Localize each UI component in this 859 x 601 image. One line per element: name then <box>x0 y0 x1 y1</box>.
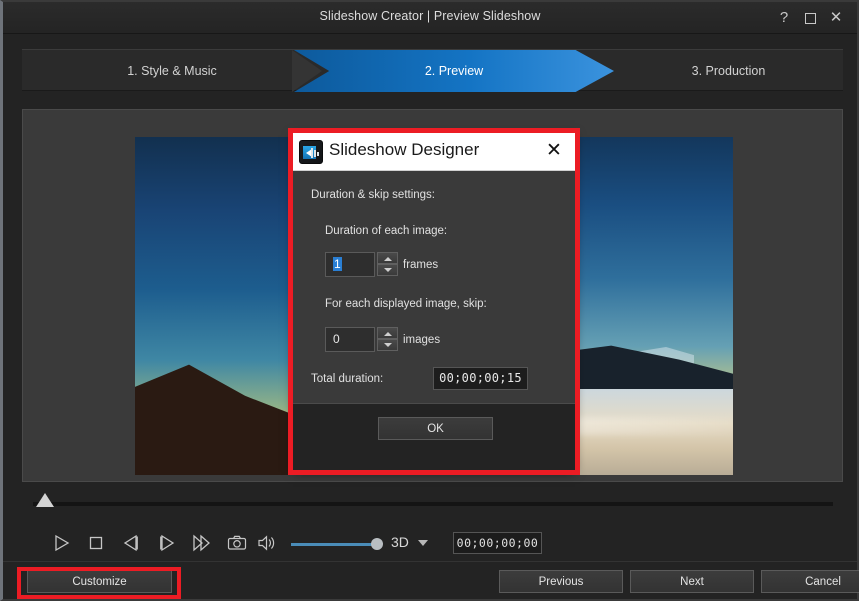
previous-frame-icon[interactable] <box>117 530 145 558</box>
duration-decrement-button[interactable] <box>377 264 398 276</box>
step-tab-label: 1. Style & Music <box>127 64 217 78</box>
maximize-icon[interactable] <box>799 8 821 28</box>
dialog-title: Slideshow Designer <box>329 140 480 159</box>
help-icon[interactable]: ? <box>773 8 795 28</box>
previous-button[interactable]: Previous <box>499 570 623 593</box>
skip-stepper[interactable]: 0 <box>325 327 398 352</box>
camera-icon[interactable] <box>223 530 251 558</box>
bottom-button-bar: Customize Previous Next Cancel <box>3 561 859 599</box>
next-frame-icon[interactable] <box>153 530 181 558</box>
step-tab-preview[interactable]: 2. Preview <box>294 50 614 92</box>
step-tab-label: 2. Preview <box>424 64 484 78</box>
volume-slider-knob[interactable] <box>371 538 383 550</box>
volume-slider-track[interactable] <box>291 543 381 546</box>
application-window: Slideshow Creator | Preview Slideshow ? … <box>0 0 859 601</box>
icon-sound-bars <box>310 147 319 158</box>
timeline-playhead-handle[interactable] <box>36 493 54 507</box>
slideshow-designer-dialog: Slideshow Designer ✕ Duration & skip set… <box>293 133 575 470</box>
duration-of-each-image-label: Duration of each image: <box>325 225 448 237</box>
next-button[interactable]: Next <box>630 570 754 593</box>
dialog-close-icon[interactable]: ✕ <box>543 141 565 163</box>
total-duration-label: Total duration: <box>311 373 384 385</box>
duration-input-value: 1 <box>333 257 342 271</box>
skip-decrement-button[interactable] <box>377 339 398 351</box>
step-navigation: 1. Style & Music 2. Preview 3. Productio… <box>22 49 843 92</box>
total-duration-value: 00;00;00;15 <box>433 367 528 390</box>
duration-skip-settings-label: Duration & skip settings: <box>311 189 436 201</box>
slideshow-designer-icon <box>299 140 323 164</box>
skip-increment-button[interactable] <box>377 327 398 339</box>
maximize-square-glyph <box>804 12 816 24</box>
chevron-down-icon[interactable] <box>418 540 428 546</box>
skip-unit-label: images <box>403 334 441 346</box>
duration-unit-label: frames <box>403 259 439 271</box>
skip-input[interactable]: 0 <box>325 327 375 352</box>
close-icon[interactable]: ✕ <box>825 8 847 28</box>
dialog-body: Duration & skip settings: Duration of ea… <box>293 171 575 403</box>
timecode-field[interactable]: 00;00;00;00 <box>453 532 542 554</box>
step-tab-style-music[interactable]: 1. Style & Music <box>22 50 322 92</box>
cancel-button[interactable]: Cancel <box>761 570 859 593</box>
window-titlebar: Slideshow Creator | Preview Slideshow ? … <box>3 2 857 34</box>
view-mode-label: 3D <box>391 534 409 550</box>
dialog-titlebar: Slideshow Designer ✕ <box>293 133 575 171</box>
step-tab-production[interactable]: 3. Production <box>614 50 843 92</box>
window-title: Slideshow Creator | Preview Slideshow <box>319 9 541 23</box>
skip-images-label: For each displayed image, skip: <box>325 298 487 310</box>
step-tab-label: 3. Production <box>691 64 766 78</box>
customize-button[interactable]: Customize <box>27 570 172 593</box>
volume-icon[interactable] <box>253 530 281 558</box>
duration-stepper-arrows <box>377 252 398 277</box>
stop-icon[interactable] <box>82 530 110 558</box>
duration-increment-button[interactable] <box>377 252 398 264</box>
ok-button[interactable]: OK <box>378 417 493 440</box>
skip-stepper-arrows <box>377 327 398 352</box>
play-icon[interactable] <box>47 530 75 558</box>
duration-stepper[interactable]: 1 <box>325 252 398 277</box>
duration-input[interactable]: 1 <box>325 252 375 277</box>
timeline-track[interactable] <box>33 502 833 506</box>
dialog-footer: OK <box>293 403 575 470</box>
fast-forward-icon[interactable] <box>188 530 216 558</box>
